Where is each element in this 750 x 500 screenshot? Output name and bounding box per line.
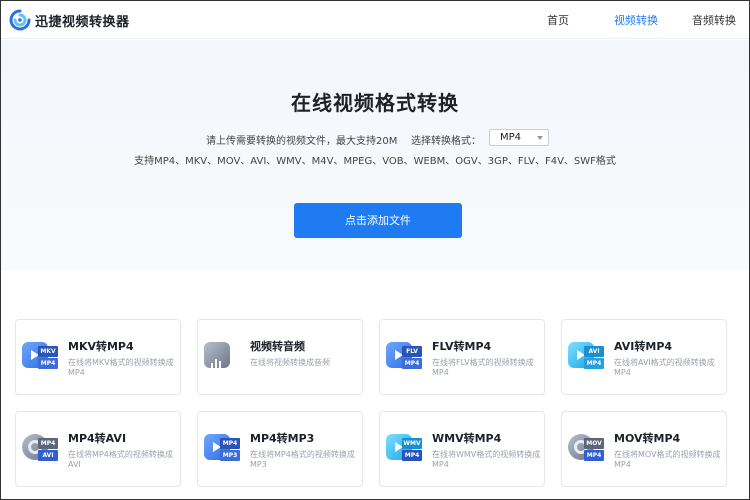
top-header: 迅捷视频转换器 首页 视频转换 音频转换 bbox=[1, 1, 749, 39]
mp4-to-avi-icon: MP4 AVI bbox=[22, 432, 58, 466]
card-desc: 在线将视频转换成音频 bbox=[250, 358, 330, 367]
nav-home[interactable]: 首页 bbox=[547, 12, 569, 28]
card-video-to-audio[interactable]: 视频转音频 在线将视频转换成音频 bbox=[197, 319, 363, 395]
card-title: AVI转MP4 bbox=[614, 340, 673, 353]
add-file-button[interactable]: 点击添加文件 bbox=[294, 203, 462, 238]
card-desc: 在线将AVI格式的视频转换成MP4 bbox=[614, 358, 715, 377]
card-title: MP4转MP3 bbox=[250, 432, 315, 445]
card-title: 视频转音频 bbox=[250, 340, 305, 353]
card-title: WMV转MP4 bbox=[432, 432, 502, 445]
card-title: MOV转MP4 bbox=[614, 432, 681, 445]
chevron-down-icon bbox=[537, 136, 543, 140]
mp4-to-mp3-icon: MP4 MP3 bbox=[204, 432, 240, 466]
upload-hint: 请上传需要转换的视频文件，最大支持20M bbox=[206, 136, 398, 147]
card-wmv-to-mp4[interactable]: WMV MP4 WMV转MP4 在线将WMV格式的视频转换成MP4 bbox=[379, 411, 545, 487]
card-mkv-to-mp4[interactable]: MKV MP4 MKV转MP4 在线将MKV格式的视频转换成MP4 bbox=[15, 319, 181, 395]
card-title: FLV转MP4 bbox=[432, 340, 492, 353]
card-desc: 在线将MP4格式的视频转换成MP3 bbox=[250, 450, 355, 469]
video-to-audio-icon bbox=[204, 340, 240, 374]
card-title: MKV转MP4 bbox=[68, 340, 134, 353]
card-desc: 在线将FLV格式的视频转换成MP4 bbox=[432, 358, 534, 377]
card-avi-to-mp4[interactable]: AVI MP4 AVI转MP4 在线将AVI格式的视频转换成MP4 bbox=[561, 319, 727, 395]
card-desc: 在线将MOV格式的视频转换成MP4 bbox=[614, 450, 721, 469]
format-select[interactable]: MP4 bbox=[489, 129, 549, 146]
mov-to-mp4-icon: MOV MP4 bbox=[568, 432, 604, 466]
nav-video-convert[interactable]: 视频转换 bbox=[614, 12, 658, 28]
nav-audio-convert[interactable]: 音频转换 bbox=[692, 12, 736, 28]
supported-formats: 支持MP4、MKV、MOV、AVI、WMV、M4V、MPEG、VOB、WEBM、… bbox=[134, 156, 616, 167]
card-desc: 在线将WMV格式的视频转换成MP4 bbox=[432, 450, 541, 469]
page-title: 在线视频格式转换 bbox=[291, 91, 459, 115]
card-desc: 在线将MKV格式的视频转换成MP4 bbox=[68, 358, 174, 377]
card-mp4-to-avi[interactable]: MP4 AVI MP4转AVI 在线将MP4格式的视频转换成AVI bbox=[15, 411, 181, 487]
format-select-value: MP4 bbox=[500, 132, 522, 143]
mkv-to-mp4-icon: MKV MP4 bbox=[22, 340, 58, 374]
card-mov-to-mp4[interactable]: MOV MP4 MOV转MP4 在线将MOV格式的视频转换成MP4 bbox=[561, 411, 727, 487]
card-title: MP4转AVI bbox=[68, 432, 127, 445]
logo-icon bbox=[9, 9, 31, 31]
card-mp4-to-mp3[interactable]: MP4 MP3 MP4转MP3 在线将MP4格式的视频转换成MP3 bbox=[197, 411, 363, 487]
card-flv-to-mp4[interactable]: FLV MP4 FLV转MP4 在线将FLV格式的视频转换成MP4 bbox=[379, 319, 545, 395]
upload-section: 在线视频格式转换 请上传需要转换的视频文件，最大支持20M 选择转换格式： MP… bbox=[1, 40, 749, 270]
flv-to-mp4-icon: FLV MP4 bbox=[386, 340, 422, 374]
card-desc: 在线将MP4格式的视频转换成AVI bbox=[68, 450, 173, 469]
brand-name: 迅捷视频转换器 bbox=[35, 15, 130, 30]
wmv-to-mp4-icon: WMV MP4 bbox=[386, 432, 422, 466]
avi-to-mp4-icon: AVI MP4 bbox=[568, 340, 604, 374]
format-label: 选择转换格式： bbox=[411, 136, 481, 147]
